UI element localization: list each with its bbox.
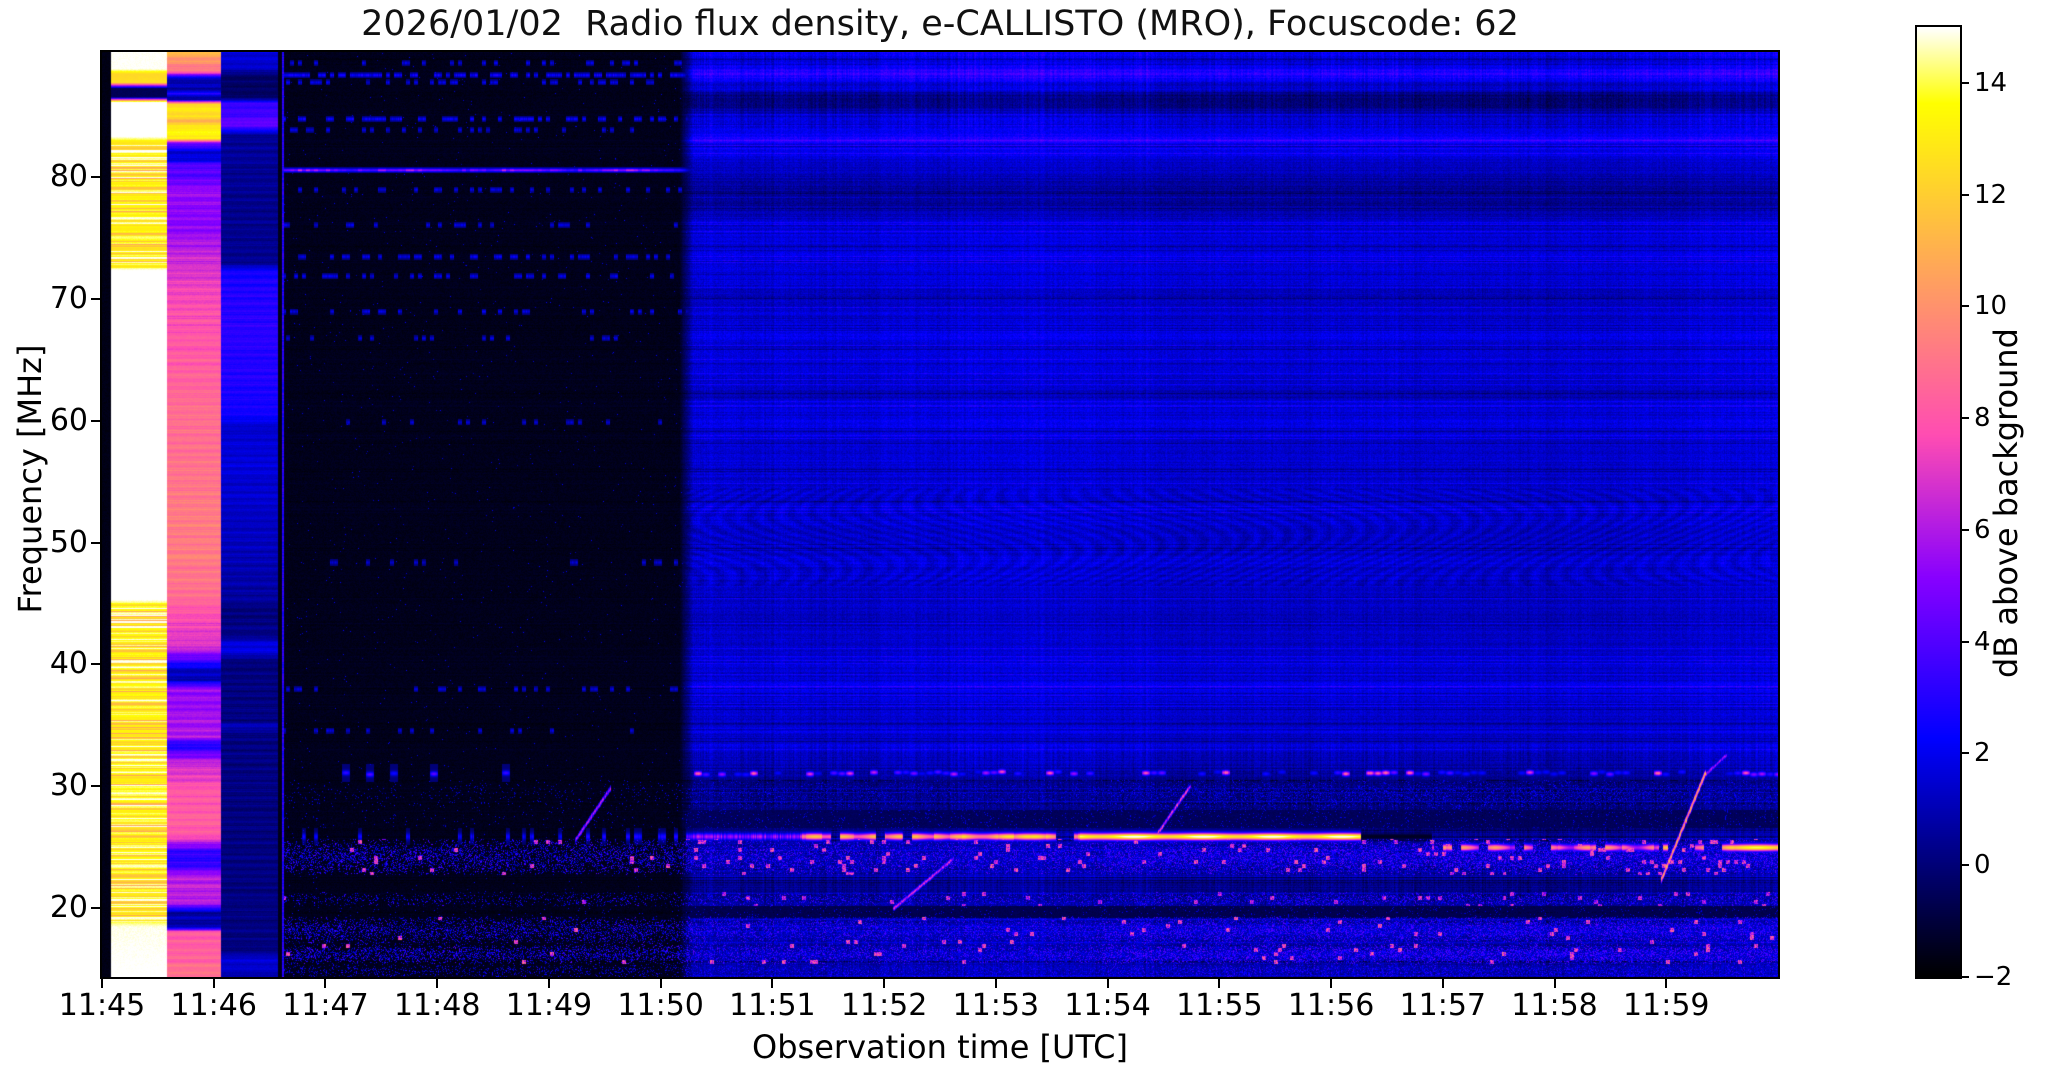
x-axis-label: Observation time [UTC] bbox=[752, 1028, 1128, 1066]
colorbar-gradient bbox=[1917, 27, 1960, 977]
colorbar-tick-mark bbox=[1962, 81, 1969, 84]
x-tick-mark bbox=[994, 979, 997, 988]
colorbar-tick-label: 0 bbox=[1974, 850, 1991, 881]
x-tick-label: 11:54 bbox=[1064, 988, 1151, 1023]
colorbar-tick-label: 14 bbox=[1974, 67, 2008, 98]
x-tick-mark bbox=[1218, 979, 1221, 988]
x-tick-label: 11:53 bbox=[952, 988, 1040, 1023]
x-tick-label: 11:57 bbox=[1399, 988, 1487, 1023]
x-tick-mark bbox=[324, 979, 327, 988]
x-tick-label: 11:52 bbox=[840, 988, 928, 1023]
x-tick-label: 11:46 bbox=[170, 988, 257, 1023]
colorbar-tick-mark bbox=[1962, 640, 1969, 643]
colorbar-tick-mark bbox=[1962, 417, 1969, 420]
x-tick-label: 11:45 bbox=[58, 988, 146, 1023]
x-tick-label: 11:50 bbox=[617, 988, 704, 1023]
colorbar bbox=[1915, 25, 1962, 979]
colorbar-tick-mark bbox=[1962, 193, 1969, 196]
x-tick-label: 11:49 bbox=[505, 988, 593, 1023]
y-tick-mark bbox=[91, 541, 100, 544]
y-tick-label: 30 bbox=[49, 768, 88, 804]
x-tick-mark bbox=[547, 979, 550, 988]
spectrogram-image bbox=[102, 52, 1778, 977]
x-tick-mark bbox=[883, 979, 886, 988]
y-tick-mark bbox=[91, 176, 100, 178]
y-axis-label: Frequency [MHz] bbox=[11, 344, 49, 614]
x-tick-label: 11:59 bbox=[1623, 988, 1710, 1023]
y-tick-mark bbox=[91, 663, 100, 666]
colorbar-tick-mark bbox=[1962, 976, 1969, 978]
colorbar-tick-mark bbox=[1962, 864, 1969, 867]
chart-title: 2026/01/02 Radio flux density, e-CALLIST… bbox=[361, 4, 1519, 44]
y-tick-mark bbox=[91, 785, 100, 788]
x-tick-mark bbox=[212, 979, 215, 988]
x-tick-label: 11:55 bbox=[1176, 988, 1263, 1023]
x-tick-mark bbox=[436, 979, 439, 988]
x-tick-label: 11:58 bbox=[1511, 988, 1598, 1023]
colorbar-tick-mark bbox=[1962, 752, 1969, 755]
colorbar-tick-label: −2 bbox=[1974, 962, 2013, 992]
x-tick-mark bbox=[659, 979, 662, 988]
page: { "colors": {"background": "#ffffff", "t… bbox=[0, 0, 2047, 1067]
x-tick-label: 11:51 bbox=[729, 988, 816, 1023]
plot-area bbox=[100, 50, 1780, 979]
colorbar-tick-mark bbox=[1962, 528, 1969, 531]
colorbar-label: dB above background bbox=[1987, 328, 2025, 678]
x-tick-label: 11:56 bbox=[1287, 988, 1375, 1023]
colorbar-tick-label: 12 bbox=[1974, 179, 2008, 210]
x-tick-mark bbox=[1106, 979, 1109, 988]
colorbar-tick-mark bbox=[1962, 305, 1969, 308]
y-tick-mark bbox=[91, 907, 100, 910]
x-tick-mark bbox=[771, 979, 774, 988]
x-tick-mark bbox=[1553, 979, 1556, 988]
x-tick-mark bbox=[1665, 979, 1668, 988]
x-tick-label: 11:47 bbox=[282, 988, 369, 1023]
colorbar-tick-label: 2 bbox=[1974, 738, 1991, 769]
y-tick-label: 80 bbox=[49, 159, 88, 194]
x-tick-label: 11:48 bbox=[393, 988, 481, 1023]
x-tick-mark bbox=[1441, 979, 1444, 988]
y-tick-mark bbox=[91, 419, 100, 422]
x-tick-mark bbox=[1330, 979, 1333, 988]
x-tick-mark bbox=[101, 979, 103, 988]
y-tick-label: 20 bbox=[49, 890, 88, 926]
y-tick-mark bbox=[91, 297, 100, 300]
